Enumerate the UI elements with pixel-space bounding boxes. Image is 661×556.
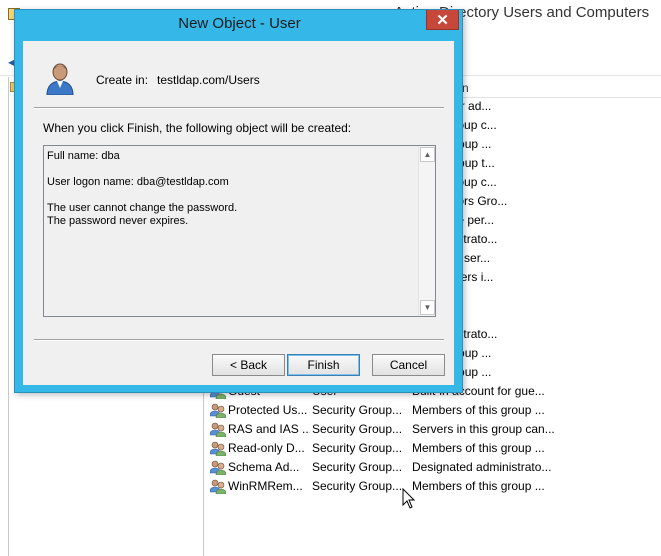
back-button[interactable]: < Back — [212, 354, 285, 376]
table-row[interactable]: Schema Ad... Security Group... Designated … — [209, 458, 660, 477]
create-in-label: Create in: — [96, 73, 149, 87]
dialog-client-area: Create in: testldap.com/Users When you c… — [23, 41, 454, 385]
summary-password-cannot-change: The user cannot change the password. — [47, 202, 238, 214]
row-type: Security Group... — [312, 422, 403, 436]
group-icon — [209, 441, 227, 457]
row-name: Protected Us... — [228, 403, 308, 417]
row-type: Security Group... — [312, 460, 403, 474]
row-name: RAS and IAS ... — [228, 422, 310, 436]
row-description: Designated administrato... — [412, 460, 552, 474]
scroll-up-arrow-icon[interactable]: ▲ — [420, 147, 435, 162]
table-row[interactable]: Protected Us... Security Group... Members … — [209, 401, 660, 420]
column-header-description[interactable]: n — [462, 81, 469, 95]
new-object-user-dialog: New Object - User ✕ Create in: testldap.… — [14, 9, 463, 393]
group-icon — [209, 422, 227, 438]
summary-textbox[interactable]: Full name: dba User logon name: dba@test… — [43, 145, 436, 317]
scroll-down-arrow-icon[interactable]: ▼ — [420, 300, 435, 315]
summary-text: Full name: dba User logon name: dba@test… — [47, 150, 417, 228]
user-icon — [46, 63, 74, 95]
table-row[interactable]: WinRMRem... Security Group... Members of t… — [209, 477, 660, 496]
mouse-pointer-icon — [402, 488, 416, 509]
intro-text: When you click Finish, the following obj… — [43, 121, 352, 135]
divider — [34, 339, 444, 341]
row-type: Security Group... — [312, 441, 403, 455]
table-row[interactable]: RAS and IAS ... Security Group... Servers … — [209, 420, 660, 439]
cancel-button[interactable]: Cancel — [372, 354, 445, 376]
group-icon — [209, 460, 227, 476]
row-type: Security Group... — [312, 403, 403, 417]
dialog-title: New Object - User — [178, 15, 301, 32]
row-type: Security Group... — [312, 479, 403, 493]
close-button[interactable]: ✕ — [426, 10, 459, 30]
row-name: Read-only D... — [228, 441, 305, 455]
group-icon — [209, 403, 227, 419]
row-description: Members of this group ... — [412, 479, 545, 493]
table-row[interactable]: Read-only D... Security Group... Members o… — [209, 439, 660, 458]
summary-logon-name: User logon name: dba@testldap.com — [47, 176, 229, 188]
summary-full-name: Full name: dba — [47, 150, 120, 162]
close-icon: ✕ — [436, 11, 449, 29]
group-icon — [209, 479, 227, 495]
row-name: Schema Ad... — [228, 460, 300, 474]
divider — [34, 107, 444, 109]
row-description: Members of this group ... — [412, 403, 545, 417]
row-description: Members of this group ... — [412, 441, 545, 455]
row-description: Servers in this group can... — [412, 422, 555, 436]
create-in-path: testldap.com/Users — [157, 73, 260, 87]
vertical-scrollbar[interactable]: ▲ ▼ — [418, 146, 435, 316]
row-name: WinRMRem... — [228, 479, 303, 493]
finish-button[interactable]: Finish — [287, 354, 360, 376]
summary-password-never-expires: The password never expires. — [47, 215, 189, 227]
